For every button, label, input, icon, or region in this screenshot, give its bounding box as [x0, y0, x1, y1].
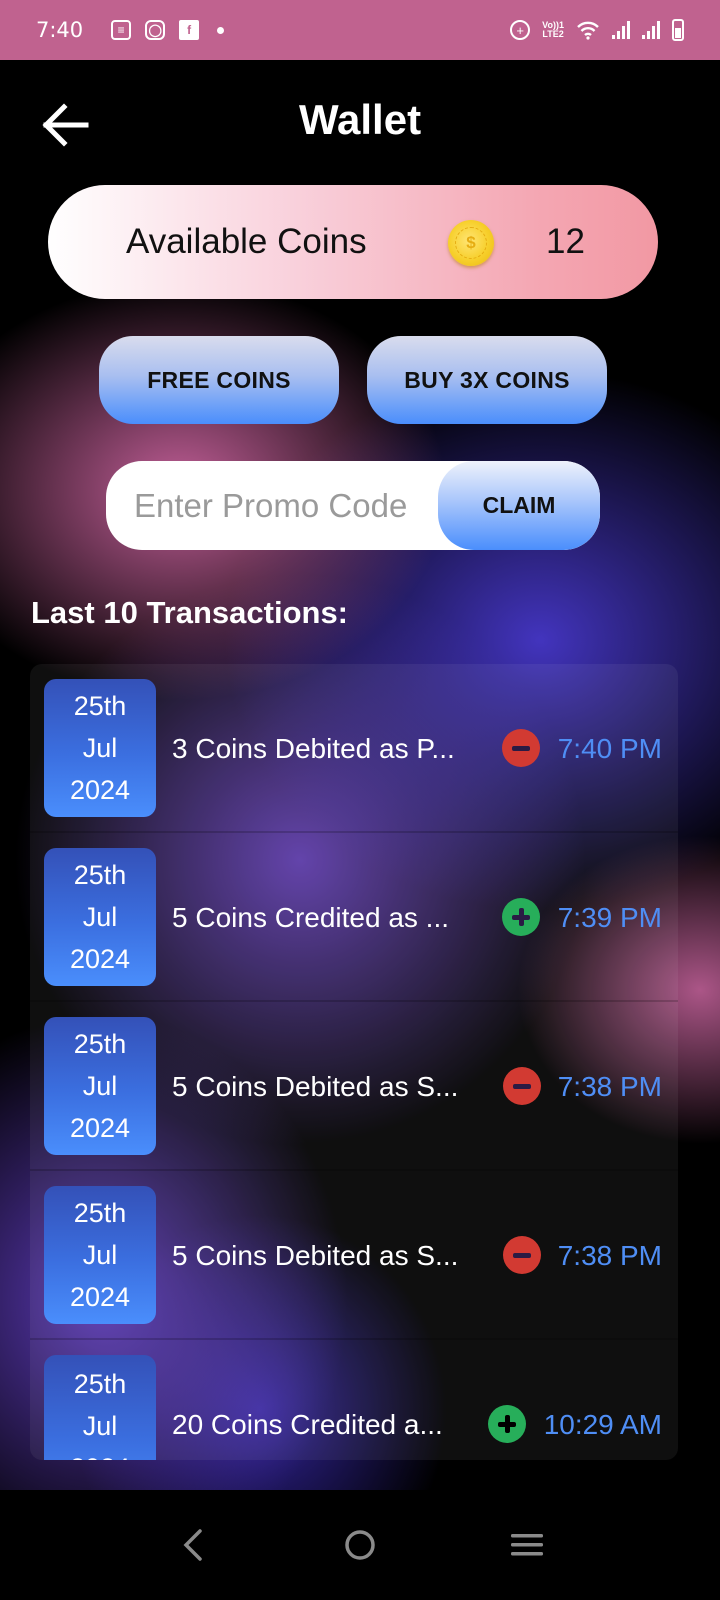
- system-navigation-bar: [0, 1490, 720, 1600]
- date-day: 25th: [73, 1198, 127, 1228]
- transaction-description: 5 Coins Debited as S...: [172, 1070, 459, 1102]
- date-month: Jul: [82, 1240, 118, 1270]
- lte-text: LTE2: [542, 29, 564, 39]
- minus-icon: [503, 1067, 541, 1105]
- available-coins-card: Available Coins $ 12: [48, 185, 658, 299]
- transaction-description: 5 Coins Debited as S...: [172, 1239, 459, 1271]
- claim-button[interactable]: CLAIM: [438, 461, 600, 550]
- date-month: Jul: [82, 902, 118, 932]
- transaction-date: 25th Jul 2024: [44, 848, 156, 986]
- minus-icon: [503, 1236, 541, 1274]
- signal-sim2-icon: [642, 21, 660, 39]
- available-coins-value: 12: [546, 222, 585, 261]
- wallet-screen: Wallet Available Coins $ 12 FREE COINS B…: [0, 60, 720, 1490]
- transaction-date: 25th Jul 2024: [44, 679, 156, 817]
- date-month: Jul: [82, 1411, 118, 1441]
- battery-icon: [672, 19, 684, 41]
- data-saver-icon: +: [510, 20, 531, 40]
- date-day: 25th: [73, 1369, 127, 1399]
- plus-icon: [502, 898, 540, 936]
- date-month: Jul: [82, 733, 118, 763]
- date-year: 2024: [69, 944, 131, 974]
- date-year: 2024: [69, 1113, 131, 1143]
- nav-home-button[interactable]: [330, 1515, 390, 1575]
- page-title: Wallet: [298, 96, 422, 143]
- facebook-icon: f: [179, 20, 200, 40]
- date-day: 25th: [73, 691, 127, 721]
- date-day: 25th: [73, 1029, 127, 1059]
- transactions-heading: Last 10 Transactions:: [31, 595, 349, 630]
- notification-icons: ≡ ◯ f: [111, 20, 225, 40]
- plus-icon: [488, 1405, 526, 1443]
- date-year: 2024: [44, 1447, 156, 1460]
- recents-nav-icon: [510, 1534, 543, 1556]
- transaction-time: 7:39 PM: [557, 901, 662, 933]
- free-coins-button[interactable]: FREE COINS: [99, 336, 339, 424]
- transaction-description: 3 Coins Debited as P...: [172, 732, 455, 764]
- transaction-time: 7:38 PM: [557, 1070, 662, 1102]
- minus-icon: [502, 729, 540, 767]
- instagram-icon: ◯: [145, 20, 166, 40]
- back-nav-icon: [183, 1529, 203, 1561]
- promo-code-bar: CLAIM: [106, 461, 600, 550]
- date-year: 2024: [69, 1282, 131, 1312]
- transaction-time: 10:29 AM: [543, 1408, 662, 1440]
- transaction-time: 7:40 PM: [557, 732, 662, 764]
- transaction-date: 25th Jul 2024: [44, 1355, 156, 1460]
- wifi-icon: [577, 21, 599, 40]
- buy-3x-coins-button[interactable]: BUY 3X COINS: [367, 336, 607, 424]
- transaction-row[interactable]: 25th Jul 2024 5 Coins Debited as S... 7:…: [30, 1171, 678, 1340]
- transaction-row[interactable]: 25th Jul 2024 3 Coins Debited as P... 7:…: [30, 664, 678, 833]
- date-year: 2024: [69, 775, 131, 805]
- transaction-time: 7:38 PM: [557, 1239, 662, 1271]
- transaction-description: 20 Coins Credited a...: [172, 1408, 443, 1440]
- header: Wallet: [0, 60, 720, 184]
- status-time: 7:40: [36, 18, 84, 42]
- gold-coin-icon: $: [448, 220, 494, 266]
- date-day: 25th: [73, 860, 127, 890]
- nav-back-button[interactable]: [163, 1515, 223, 1575]
- volte-lte2-icon: Vo))1 LTE2: [542, 21, 564, 39]
- home-nav-icon: [345, 1530, 375, 1560]
- transaction-date: 25th Jul 2024: [44, 1017, 156, 1155]
- promo-code-input[interactable]: [106, 461, 446, 550]
- news-icon: ≡: [111, 20, 132, 40]
- date-month: Jul: [82, 1071, 118, 1101]
- system-icons: + Vo))1 LTE2: [510, 19, 684, 41]
- signal-sim1-icon: [612, 21, 630, 39]
- transaction-description: 5 Coins Credited as ...: [172, 901, 450, 933]
- available-coins-label: Available Coins: [126, 222, 367, 261]
- nav-recents-button[interactable]: [497, 1515, 557, 1575]
- transactions-list[interactable]: 25th Jul 2024 3 Coins Debited as P... 7:…: [30, 664, 678, 1460]
- status-bar: 7:40 ≡ ◯ f + Vo))1 LTE2: [0, 0, 720, 60]
- transaction-row[interactable]: 25th Jul 2024 5 Coins Credited as ... 7:…: [30, 833, 678, 1002]
- transaction-date: 25th Jul 2024: [44, 1186, 156, 1324]
- transaction-row[interactable]: 25th Jul 2024 5 Coins Debited as S... 7:…: [30, 1002, 678, 1171]
- transaction-row[interactable]: 25th Jul 2024 20 Coins Credited a... 10:…: [30, 1340, 678, 1460]
- dot-icon: [217, 26, 225, 34]
